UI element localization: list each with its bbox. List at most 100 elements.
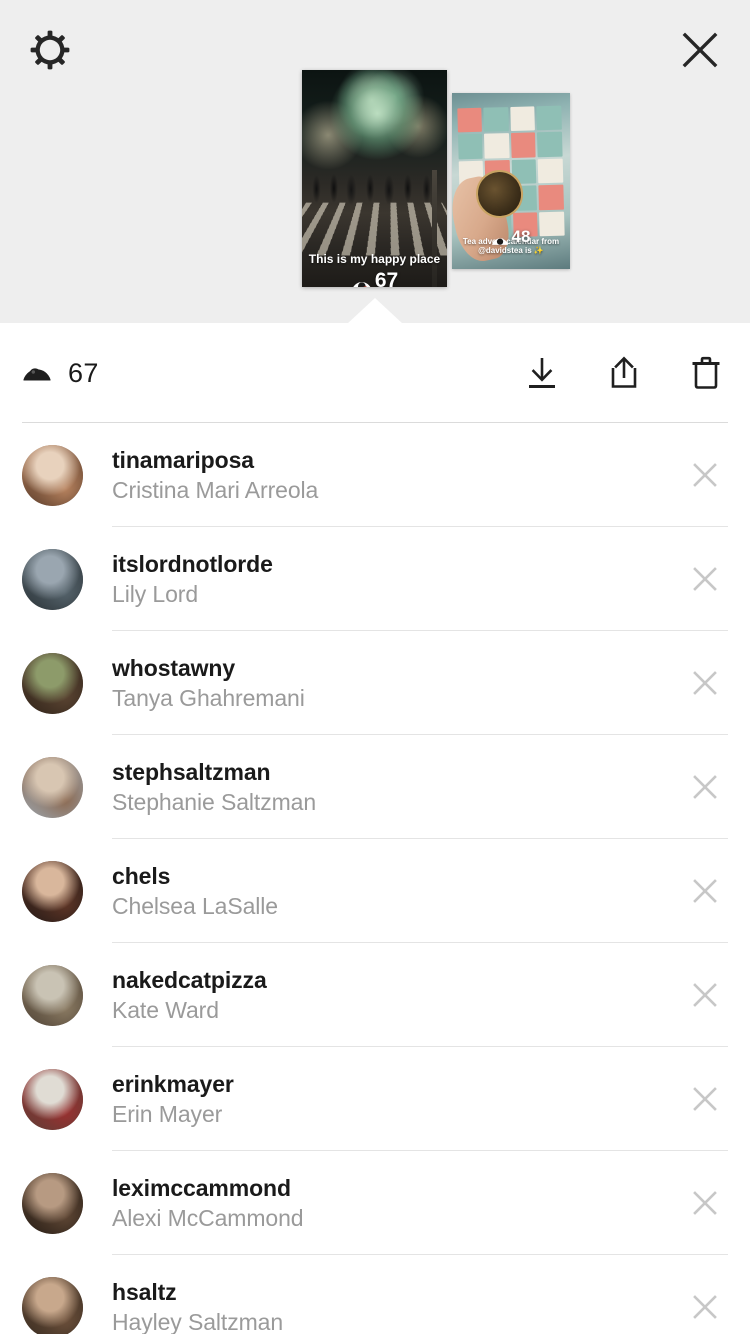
viewer-username: nakedcatpizza [112, 967, 267, 994]
story-view-count: 48 [511, 227, 531, 246]
viewer-text: itslordnotlorde Lily Lord [83, 551, 682, 607]
share-button[interactable] [602, 351, 646, 395]
close-icon [693, 1295, 717, 1319]
viewer-text: leximccammond Alexi McCammond [83, 1175, 682, 1231]
remove-viewer-button[interactable] [682, 1076, 728, 1122]
remove-viewer-button[interactable] [682, 556, 728, 602]
story-view-badge: 48 [492, 227, 531, 247]
avatar[interactable] [22, 860, 83, 922]
viewer-row[interactable]: itslordnotlorde Lily Lord [0, 527, 750, 631]
viewer-text: hsaltz Hayley Saltzman [83, 1279, 682, 1334]
avatar-image [22, 1068, 83, 1130]
story-thumbnail-active[interactable]: This is my happy place 67 [302, 70, 447, 287]
avatar[interactable] [22, 1276, 83, 1334]
viewer-username: erinkmayer [112, 1071, 234, 1098]
viewer-row[interactable]: nakedcatpizza Kate Ward [0, 943, 750, 1047]
close-icon [693, 671, 717, 695]
remove-viewer-button[interactable] [682, 972, 728, 1018]
avatar[interactable] [22, 1172, 83, 1234]
story-view-badge: 67 [351, 269, 398, 287]
viewer-fullname: Kate Ward [112, 996, 219, 1023]
viewer-text: chels Chelsea LaSalle [83, 863, 682, 919]
viewer-row[interactable]: erinkmayer Erin Mayer [0, 1047, 750, 1151]
viewer-fullname: Alexi McCammond [112, 1204, 304, 1231]
avatar-image [22, 1276, 83, 1334]
viewer-username: whostawny [112, 655, 236, 682]
remove-viewer-button[interactable] [682, 452, 728, 498]
remove-viewer-button[interactable] [682, 868, 728, 914]
story-thumbnail-strip: Tea advent calendar from @davidstea is ✨… [0, 0, 750, 323]
remove-viewer-button[interactable] [682, 764, 728, 810]
avatar-image [22, 548, 83, 610]
advent-tile [510, 132, 537, 158]
view-count-group[interactable]: 67 [22, 358, 99, 389]
crosswalk-stripes [302, 202, 447, 256]
avatar-image [22, 964, 83, 1026]
advent-tile [457, 107, 483, 133]
story-thumbnail-secondary[interactable]: Tea advent calendar from @davidstea is ✨… [452, 93, 570, 269]
viewer-username: leximccammond [112, 1175, 291, 1202]
panel-pointer-notch [347, 298, 403, 323]
viewer-fullname: Cristina Mari Arreola [112, 476, 319, 503]
viewer-row[interactable]: tinamariposa Cristina Mari Arreola [0, 423, 750, 527]
viewer-row[interactable]: whostawny Tanya Ghahremani [0, 631, 750, 735]
remove-viewer-button[interactable] [682, 1180, 728, 1226]
close-icon [693, 879, 717, 903]
advent-tile [483, 107, 509, 133]
viewer-username: hsaltz [112, 1279, 177, 1306]
crowd-silhouettes [302, 165, 447, 205]
download-button[interactable] [520, 351, 564, 395]
advent-tile [537, 132, 563, 158]
advent-tile [539, 211, 565, 237]
viewer-username: chels [112, 863, 171, 890]
download-icon [529, 358, 555, 388]
avatar[interactable] [22, 548, 83, 610]
avatar[interactable] [22, 1068, 83, 1130]
viewer-text: tinamariposa Cristina Mari Arreola [83, 447, 682, 503]
view-count-value: 67 [68, 357, 99, 388]
close-icon [693, 1191, 717, 1215]
avatar[interactable] [22, 756, 83, 818]
close-icon [693, 1087, 717, 1111]
viewer-row[interactable]: chels Chelsea LaSalle [0, 839, 750, 943]
avatar[interactable] [22, 652, 83, 714]
story-action-buttons [520, 351, 728, 395]
viewer-username: stephsaltzman [112, 759, 271, 786]
viewer-fullname: Stephanie Saltzman [112, 788, 317, 815]
viewer-fullname: Tanya Ghahremani [112, 684, 305, 711]
viewer-text: nakedcatpizza Kate Ward [83, 967, 682, 1023]
avatar[interactable] [22, 444, 83, 506]
advent-tile [538, 185, 564, 211]
close-icon [693, 463, 717, 487]
viewer-username: itslordnotlorde [112, 551, 273, 578]
avatar-image [22, 652, 83, 714]
avatar-image [22, 860, 83, 922]
close-icon [693, 983, 717, 1007]
viewer-row[interactable]: leximccammond Alexi McCammond [0, 1151, 750, 1255]
viewer-fullname: Erin Mayer [112, 1100, 223, 1127]
eye-icon [23, 367, 51, 380]
avatar[interactable] [22, 964, 83, 1026]
advent-tile [536, 105, 562, 131]
viewer-text: whostawny Tanya Ghahremani [83, 655, 682, 711]
story-insights-screen: Tea advent calendar from @davidstea is ✨… [0, 0, 750, 1334]
story-view-count: 67 [374, 269, 399, 287]
story-viewer-list: tinamariposa Cristina Mari Arreola itslord… [0, 423, 750, 1334]
avatar-image [22, 1172, 83, 1234]
avatar-image [22, 756, 83, 818]
eye-icon [492, 231, 509, 245]
delete-button[interactable] [684, 351, 728, 395]
viewer-fullname: Hayley Saltzman [112, 1308, 284, 1334]
viewer-text: stephsaltzman Stephanie Saltzman [83, 759, 682, 815]
advent-tile [458, 134, 484, 160]
viewer-row[interactable]: stephsaltzman Stephanie Saltzman [0, 735, 750, 839]
remove-viewer-button[interactable] [682, 660, 728, 706]
remove-viewer-button[interactable] [682, 1284, 728, 1330]
street-post [431, 169, 437, 287]
advent-tile [538, 158, 564, 184]
story-preview-header: Tea advent calendar from @davidstea is ✨… [0, 0, 750, 323]
viewer-fullname: Lily Lord [112, 580, 199, 607]
trash-icon [692, 356, 720, 389]
viewer-row[interactable]: hsaltz Hayley Saltzman [0, 1255, 750, 1334]
close-icon [693, 775, 717, 799]
